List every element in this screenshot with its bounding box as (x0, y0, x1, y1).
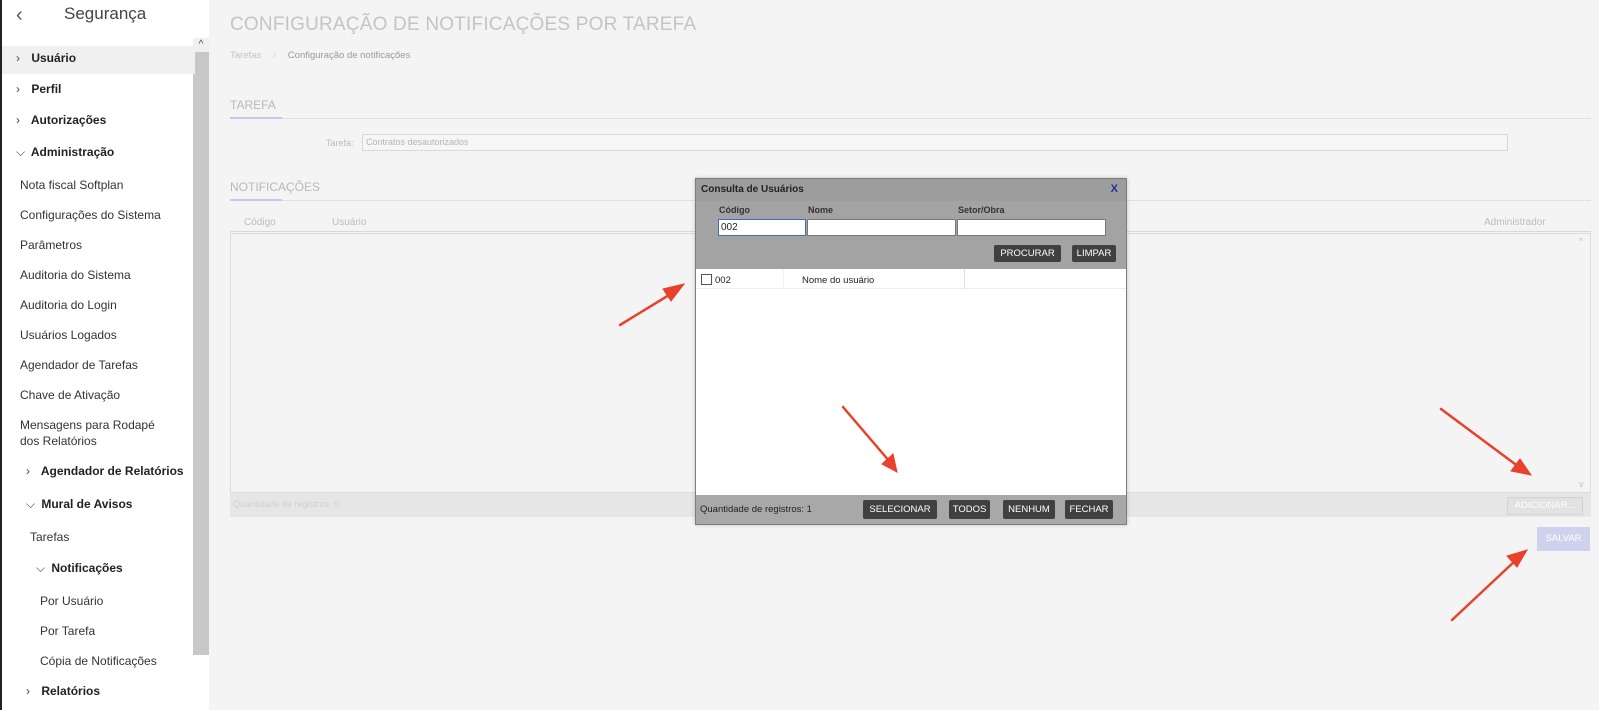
chevron-right-icon: › (16, 51, 20, 65)
sidebar-item-por-usuario[interactable]: Por Usuário (40, 594, 103, 608)
column-divider (964, 269, 965, 289)
grid-header-usuario[interactable]: Usuário (332, 217, 366, 228)
grid-header-administrador[interactable]: Administrador (1484, 217, 1546, 228)
clear-button[interactable]: LIMPAR (1072, 245, 1116, 262)
sidebar-item-perfil[interactable]: › Perfil (16, 82, 61, 96)
breadcrumb: Tarefas / Configuração de notificações (230, 50, 410, 61)
scroll-up-icon[interactable]: ^ (193, 38, 209, 52)
chevron-right-icon: › (16, 113, 20, 127)
select-button[interactable]: SELECIONAR (863, 500, 937, 519)
row-nome: Nome do usuário (802, 275, 875, 286)
sidebar-item-label: Administração (30, 145, 115, 159)
codigo-search-input[interactable]: 002 (718, 219, 806, 236)
sidebar-item-configuracoes[interactable]: Configurações do Sistema (20, 208, 161, 222)
user-search-dialog: Consulta de Usuários X Código Nome Setor… (695, 178, 1127, 525)
column-label-codigo: Código (719, 205, 750, 215)
grid-scroll-up-icon[interactable]: ^ (1579, 236, 1583, 246)
search-button[interactable]: PROCURAR (994, 245, 1061, 262)
chevron-right-icon: › (26, 684, 30, 698)
sidebar-item-label: Usuário (31, 51, 77, 65)
row-checkbox[interactable] (701, 274, 712, 285)
sidebar-item-relatorios[interactable]: › Relatórios (26, 684, 100, 698)
add-button[interactable]: ADICIONAR... (1507, 497, 1583, 515)
sidebar-item-notificacoes[interactable]: ⌵ Notificações (36, 561, 123, 576)
column-label-nome: Nome (808, 205, 834, 215)
sidebar-item-label: Mural de Avisos (41, 497, 133, 511)
back-chevron-icon[interactable]: ‹ (16, 4, 23, 27)
sidebar-item-agendador-relatorios[interactable]: › Agendador de Relatórios (26, 464, 184, 478)
breadcrumb-current: Configuração de notificações (287, 50, 411, 61)
chevron-right-icon: › (26, 464, 30, 478)
chevron-down-icon: ⌵ (36, 561, 46, 575)
sidebar-item-label: Autorizações (30, 113, 107, 127)
sidebar-item-label: Notificações (51, 561, 123, 575)
save-button[interactable]: SALVAR (1537, 527, 1590, 551)
sidebar-item-label: Relatórios (41, 684, 101, 698)
arrow-to-salvar (1450, 558, 1518, 622)
section-notificacoes-label: NOTIFICAÇÕES (230, 180, 321, 194)
chevron-down-icon: ⌵ (16, 145, 26, 159)
dialog-record-count: Quantidade de registros: 1 (700, 504, 812, 515)
sidebar: ‹ Segurança ^ › Usuário › Perfil › Autor… (0, 0, 209, 710)
grid-record-count: Quantidade de registros: 0 (233, 499, 340, 509)
page-title: CONFIGURAÇÃO DE NOTIFICAÇÕES POR TAREFA (230, 14, 697, 35)
sidebar-item-auditoria-login[interactable]: Auditoria do Login (20, 298, 117, 312)
chevron-down-icon: ⌵ (26, 497, 36, 511)
sidebar-item-por-tarefa[interactable]: Por Tarefa (40, 624, 95, 638)
setor-search-input[interactable] (957, 219, 1106, 236)
sidebar-item-nota-fiscal[interactable]: Nota fiscal Softplan (20, 178, 123, 192)
sidebar-item-agendador-tarefas[interactable]: Agendador de Tarefas (20, 358, 138, 372)
section-notificacoes-underline (230, 199, 282, 201)
sidebar-title: Segurança (64, 4, 147, 23)
close-button[interactable]: FECHAR (1065, 500, 1113, 519)
chevron-right-icon: › (16, 82, 20, 96)
sidebar-item-usuario[interactable]: › Usuário (2, 46, 195, 74)
sidebar-scrollbar[interactable] (193, 38, 209, 655)
column-label-setor: Setor/Obra (958, 205, 1005, 215)
breadcrumb-separator: / (273, 50, 276, 61)
sidebar-item-administracao[interactable]: ⌵ Administração (16, 145, 114, 160)
nome-search-input[interactable] (807, 219, 956, 236)
close-icon[interactable]: X (1111, 183, 1118, 195)
table-row[interactable] (696, 269, 1126, 289)
sidebar-item-tarefas[interactable]: Tarefas (30, 530, 69, 544)
sidebar-item-label: Agendador de Relatórios (40, 464, 184, 478)
section-tarefa-label: TAREFA (230, 98, 276, 112)
tarefa-field-label: Tarefa: (326, 138, 354, 148)
row-codigo: 002 (715, 275, 731, 286)
grid-scroll-down-icon[interactable]: v (1579, 479, 1584, 489)
all-button[interactable]: TODOS (949, 500, 990, 519)
column-divider (783, 269, 784, 289)
none-button[interactable]: NENHUM (1003, 500, 1055, 519)
sidebar-item-label: Perfil (31, 82, 62, 96)
sidebar-item-usuarios-logados[interactable]: Usuários Logados (20, 328, 117, 342)
breadcrumb-link-tarefas[interactable]: Tarefas (230, 50, 261, 61)
dialog-title: Consulta de Usuários (701, 184, 804, 195)
sidebar-header: ‹ Segurança (2, 0, 209, 38)
grid-header-codigo[interactable]: Código (244, 217, 276, 228)
sidebar-item-autorizacoes[interactable]: › Autorizações (16, 113, 106, 127)
sidebar-item-mural-avisos[interactable]: ⌵ Mural de Avisos (26, 497, 132, 512)
section-tarefa-underline (230, 117, 282, 119)
sidebar-item-parametros[interactable]: Parâmetros (20, 238, 82, 252)
sidebar-item-chave-ativacao[interactable]: Chave de Ativação (20, 388, 120, 402)
sidebar-item-auditoria-sistema[interactable]: Auditoria do Sistema (20, 268, 131, 282)
section-divider (282, 118, 1591, 119)
arrow-head (1506, 549, 1529, 568)
sidebar-item-mensagens-rodape-line2[interactable]: dos Relatórios (20, 434, 97, 448)
tarefa-field[interactable]: Contratos desautorizados (362, 134, 1508, 151)
sidebar-item-mensagens-rodape[interactable]: Mensagens para Rodapé (20, 418, 155, 432)
sidebar-item-copia-notificacoes[interactable]: Cópia de Notificações (40, 654, 157, 668)
